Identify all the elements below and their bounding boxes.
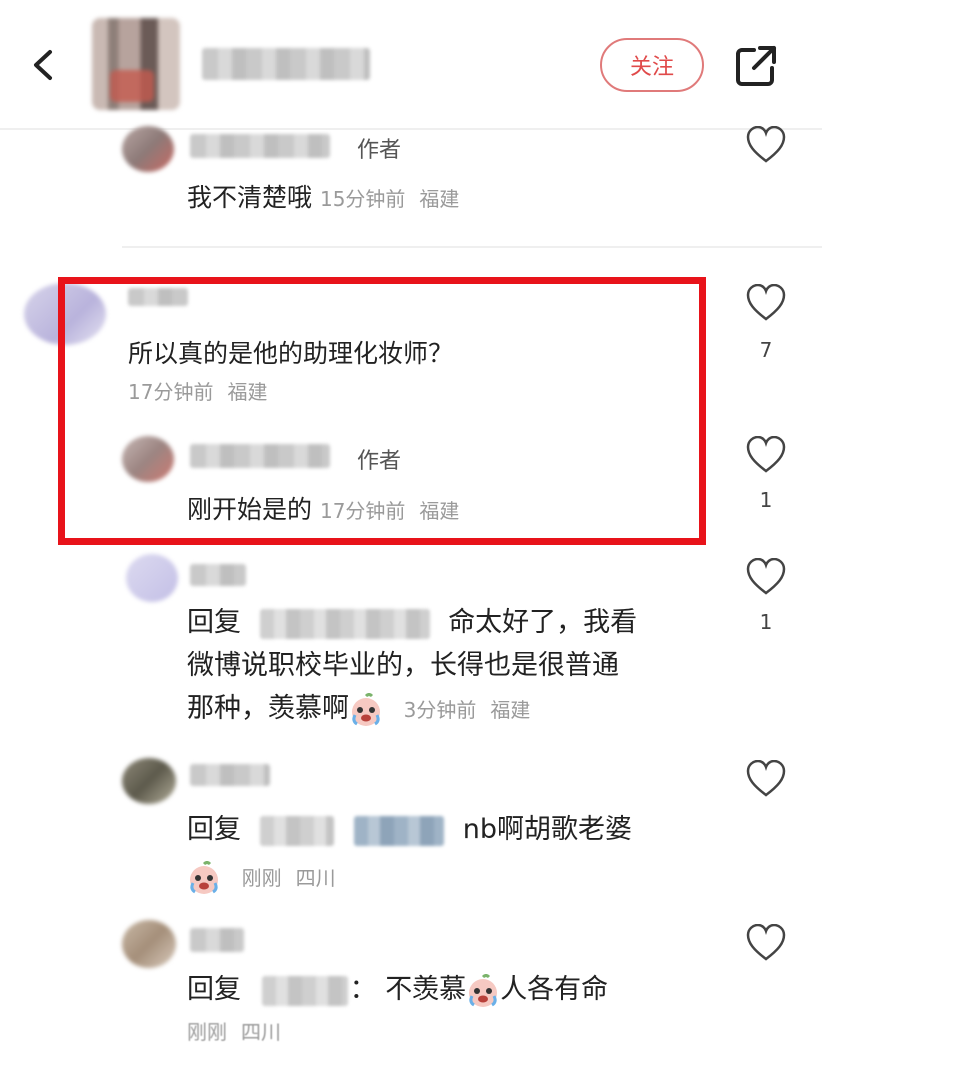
comment-meta: 3分钟前 福建 — [404, 698, 531, 722]
like-count: 7 — [759, 338, 773, 362]
commenter-name — [190, 564, 246, 586]
reply-line-1: 回复 nb啊胡歌老婆 — [187, 808, 727, 851]
commenter-name — [190, 134, 330, 158]
crying-emoji-icon — [190, 860, 218, 894]
follow-button[interactable]: 关注 — [600, 38, 704, 92]
avatar[interactable] — [122, 920, 176, 968]
avatar[interactable] — [122, 126, 174, 172]
replied-username[interactable] — [259, 815, 334, 846]
highlight-annotation-box — [58, 277, 706, 545]
avatar[interactable] — [122, 758, 176, 804]
comment-location: 四川 — [241, 1020, 281, 1044]
comment-location: 福建 — [419, 187, 460, 211]
crying-emoji-icon — [469, 973, 498, 1007]
comment-time: 刚刚 — [187, 1020, 227, 1044]
comment-divider — [122, 246, 822, 248]
heart-icon[interactable] — [746, 436, 786, 474]
comment-time: 3分钟前 — [403, 698, 477, 722]
reply-line-1: 回复 ： 不羡慕 人各有命 — [187, 968, 727, 1011]
reply-line-2: 刚刚 四川 — [187, 855, 727, 900]
comment-time: 15分钟前 — [319, 187, 406, 211]
reply-prefix: 回复 — [187, 814, 241, 845]
author-name — [202, 48, 370, 80]
reply-line-1: 回复 命太好了，我看 — [187, 601, 727, 644]
back-icon[interactable] — [30, 48, 64, 82]
like-count: 1 — [759, 610, 773, 634]
comment-meta: 15分钟前 福建 — [320, 187, 459, 211]
commenter-name — [190, 764, 270, 786]
reply-line-2: 微博说职校毕业的，长得也是很普通 — [187, 650, 619, 681]
reply-body-b: 人各有命 — [500, 974, 609, 1005]
reply-body-1: 命太好了，我看 — [448, 607, 638, 638]
reply-text: 回复 nb啊胡歌老婆 刚刚 四川 — [187, 808, 727, 900]
replied-username[interactable] — [261, 975, 348, 1006]
comment-meta: 刚刚 四川 — [242, 866, 336, 890]
heart-icon[interactable] — [746, 760, 786, 798]
heart-icon[interactable] — [746, 558, 786, 596]
like-count: 1 — [759, 488, 773, 512]
comment-body: 我不清楚哦 — [187, 183, 313, 212]
author-avatar[interactable] — [92, 18, 180, 110]
reply-body-3: 那种，羡慕啊 — [187, 693, 349, 724]
author-tag: 作者 — [357, 138, 402, 163]
replied-username[interactable] — [354, 815, 445, 846]
avatar[interactable] — [126, 554, 178, 602]
commenter-name — [190, 928, 244, 952]
reply-body-a: 不羡慕 — [385, 974, 467, 1005]
reply-line-3: 那种，羡慕啊 3分钟前 福建 — [187, 687, 727, 732]
header-divider — [0, 128, 822, 130]
comment-meta: 刚刚 四川 — [187, 1011, 727, 1054]
heart-icon[interactable] — [746, 924, 786, 962]
heart-icon[interactable] — [746, 126, 786, 164]
crying-emoji-icon — [352, 692, 380, 726]
replied-username[interactable] — [259, 608, 430, 639]
reply-text: 回复 ： 不羡慕 人各有命 刚刚 四川 — [187, 968, 727, 1054]
comment-text: 我不清楚哦 15分钟前 福建 — [187, 178, 459, 214]
comment-location: 福建 — [490, 698, 531, 722]
reply-prefix: 回复 — [187, 607, 241, 638]
comment-location: 四川 — [295, 866, 336, 890]
reply-colon: ： — [349, 974, 377, 1005]
share-icon[interactable] — [734, 44, 778, 88]
reply-prefix: 回复 — [187, 974, 241, 1005]
reply-text: 回复 命太好了，我看 微博说职校毕业的，长得也是很普通 那种，羡慕啊 3分钟前福… — [187, 601, 727, 732]
comment-time: 刚刚 — [241, 866, 282, 890]
heart-icon[interactable] — [746, 284, 786, 322]
reply-body: nb啊胡歌老婆 — [462, 814, 633, 845]
